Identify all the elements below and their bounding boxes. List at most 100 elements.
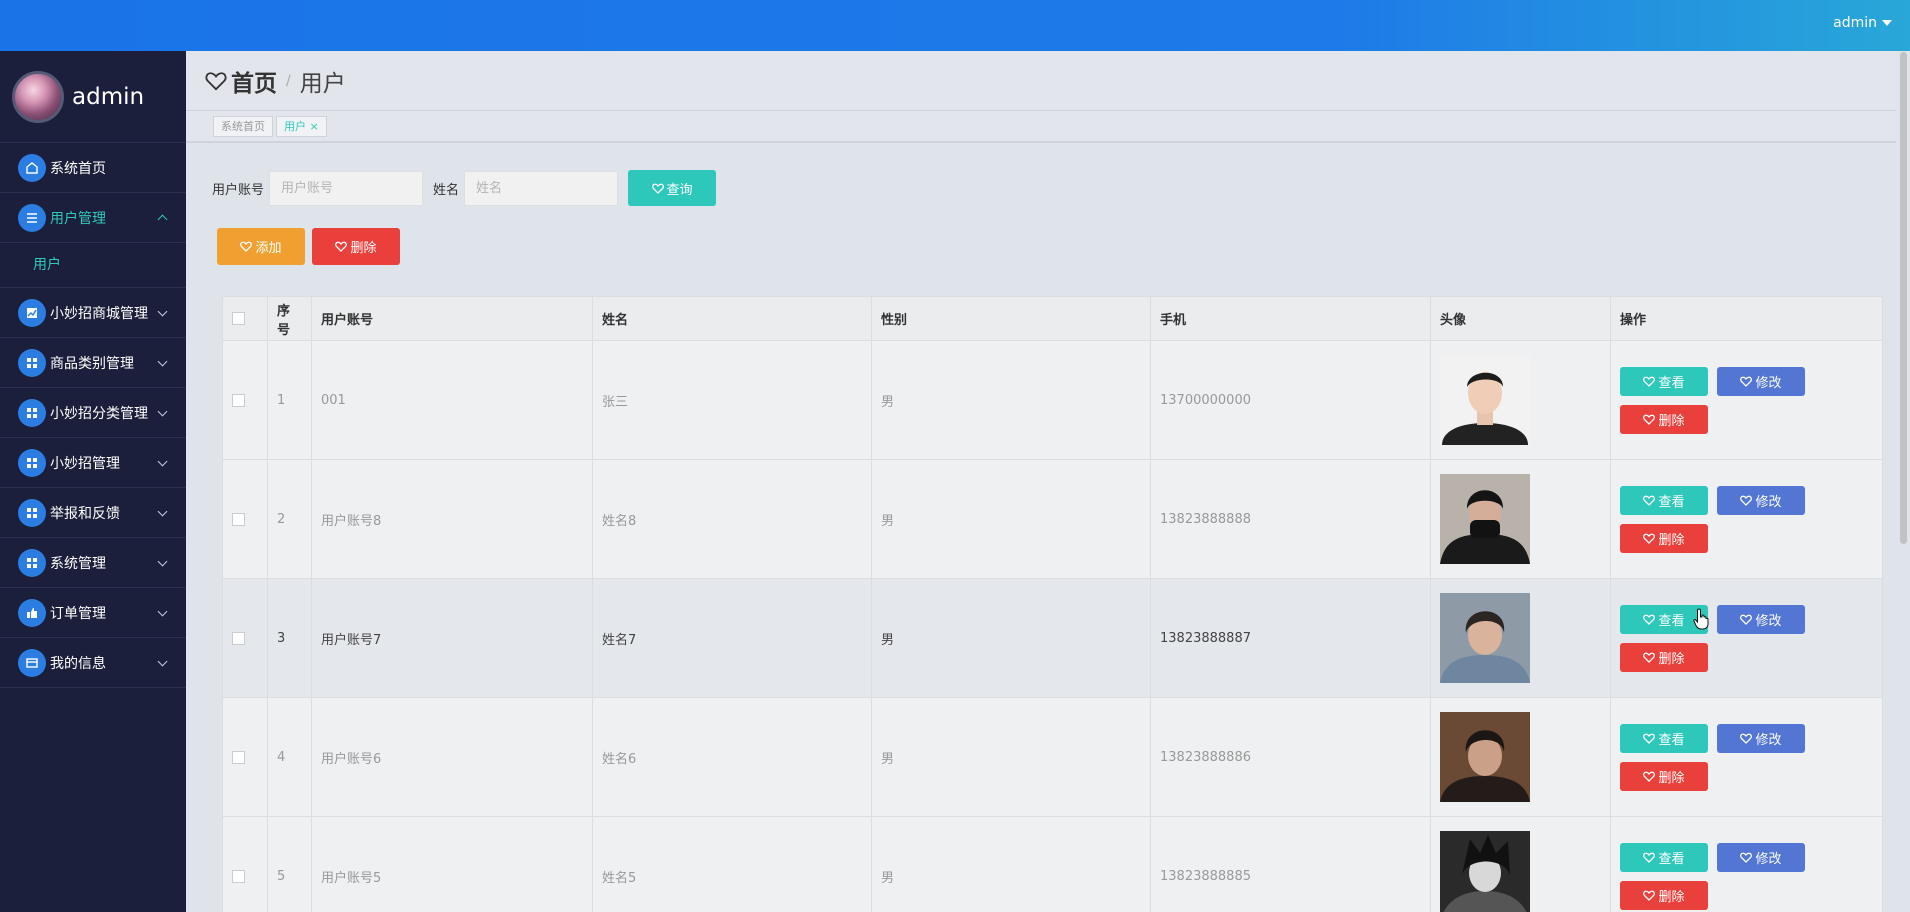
avatar-image [1440,593,1530,683]
view-button[interactable]: 查看 [1620,485,1708,515]
cell-avatar [1430,697,1611,817]
sidebar-item-label: 小妙招分类管理 [50,405,148,422]
sidebar-item-my-info[interactable]: 我的信息 [0,638,186,688]
edit-button[interactable]: 修改 [1717,604,1805,634]
sidebar-item-system-management[interactable]: 系统管理 [0,538,186,588]
heart-icon [1643,652,1656,663]
edit-button[interactable]: 修改 [1717,842,1805,872]
sidebar-item-user-management[interactable]: 用户管理 [0,193,186,243]
delete-button[interactable]: 删除 [1620,761,1708,791]
edit-button[interactable]: 修改 [1717,485,1805,515]
cell-account: 用户账号6 [311,697,593,817]
add-button[interactable]: 添加 [217,228,305,265]
sidebar-item-category-management[interactable]: 商品类别管理 [0,338,186,388]
chevron-down-icon [157,456,168,467]
view-button-label: 查看 [1658,494,1685,510]
heart-icon [205,71,227,90]
cell-phone: 13823888886 [1150,697,1431,817]
cell-no: 4 [267,697,312,817]
user-menu[interactable]: admin [1833,15,1892,31]
delete-button[interactable]: 删除 [1620,880,1708,910]
cell-avatar [1430,340,1611,460]
row-checkbox[interactable] [232,750,245,764]
cell-phone: 13823888885 [1150,816,1431,912]
sidebar-item-tip-category-management[interactable]: 小妙招分类管理 [0,388,186,438]
view-button-label: 查看 [1658,613,1685,629]
account-label: 用户账号 [212,182,265,198]
user-name: admin [1833,15,1877,31]
chevron-down-icon [157,606,168,617]
query-button[interactable]: 查询 [628,170,717,206]
tab-user[interactable]: 用户 × [276,115,327,137]
row-checkbox[interactable] [232,393,245,407]
column-header: 操作 [1610,296,1883,341]
user-table: 序号 用户账号 姓名 性别 手机 头像 操作 1 001 张三 男 137000… [222,296,1883,912]
sidebar-subitem-user[interactable]: 用户 [0,243,186,288]
avatar-image [1440,712,1530,802]
delete-button-label: 删除 [1658,413,1685,429]
heart-icon [1643,852,1656,863]
delete-button[interactable]: 删除 [1620,642,1708,672]
heart-icon [1643,533,1656,544]
sidebar-item-report-feedback[interactable]: 举报和反馈 [0,488,186,538]
delete-button[interactable]: 删除 [1620,404,1708,434]
grid-icon [18,398,46,427]
add-button-label: 添加 [255,241,282,256]
view-button[interactable]: 查看 [1620,366,1708,396]
cell-gender: 男 [871,578,1151,698]
view-button[interactable]: 查看 [1620,723,1708,753]
search-form: 用户账号 姓名 查询 [212,170,717,206]
view-button[interactable]: 查看 [1620,842,1708,872]
column-header: 用户账号 [311,296,593,341]
sidebar-item-order-management[interactable]: 订单管理 [0,588,186,638]
profile-name: admin [72,83,145,110]
page-scrollbar[interactable] [1900,52,1907,544]
cell-operations: 查看 修改 删除 [1610,459,1883,579]
heart-icon [1643,614,1656,625]
select-all-cell [222,296,268,341]
cell-phone: 13700000000 [1150,340,1431,460]
row-select-cell [222,816,268,912]
breadcrumb-home[interactable]: 首页 [205,64,277,98]
card-icon [18,648,46,677]
sidebar-item-shop-management[interactable]: 小妙招商城管理 [0,288,186,338]
edit-button[interactable]: 修改 [1717,723,1805,753]
row-actions: 查看 修改 删除 [1620,723,1820,791]
grid-icon [18,448,46,477]
batch-delete-button-label: 删除 [350,241,377,256]
cell-gender: 男 [871,459,1151,579]
chevron-down-icon [157,556,168,567]
sidebar-item-label: 小妙招商城管理 [50,305,148,322]
row-checkbox[interactable] [232,512,245,526]
row-select-cell [222,340,268,460]
name-input[interactable] [464,170,619,206]
account-input[interactable] [269,170,424,206]
chevron-down-icon [157,656,168,667]
cell-account: 001 [311,340,593,460]
avatar-image [1440,831,1530,912]
sidebar-item-label: 举报和反馈 [50,505,120,522]
cell-operations: 查看 修改 删除 [1610,578,1883,698]
sidebar-item-tip-management[interactable]: 小妙招管理 [0,438,186,488]
edit-button[interactable]: 修改 [1717,366,1805,396]
row-checkbox[interactable] [232,631,245,645]
close-icon[interactable]: × [310,120,319,133]
row-checkbox[interactable] [232,869,245,883]
cell-phone: 13823888888 [1150,459,1431,579]
column-header: 性别 [871,296,1151,341]
thumb-icon [18,598,46,627]
batch-delete-button[interactable]: 删除 [312,228,400,265]
cell-gender: 男 [871,340,1151,460]
sidebar-item-label: 小妙招管理 [50,455,120,472]
tab-system-home[interactable]: 系统首页 [213,115,273,137]
select-all-checkbox[interactable] [232,312,245,325]
home-icon [18,153,46,182]
row-actions: 查看 修改 删除 [1620,842,1820,910]
cell-operations: 查看 修改 删除 [1610,816,1883,912]
delete-button-label: 删除 [1658,651,1685,667]
sidebar-item-home[interactable]: 系统首页 [0,143,186,193]
table-row: 3 用户账号7 姓名7 男 13823888887 查看 修改 删除 [222,578,1883,698]
delete-button[interactable]: 删除 [1620,523,1708,553]
avatar-image [1440,474,1530,564]
heart-icon [1740,733,1753,744]
